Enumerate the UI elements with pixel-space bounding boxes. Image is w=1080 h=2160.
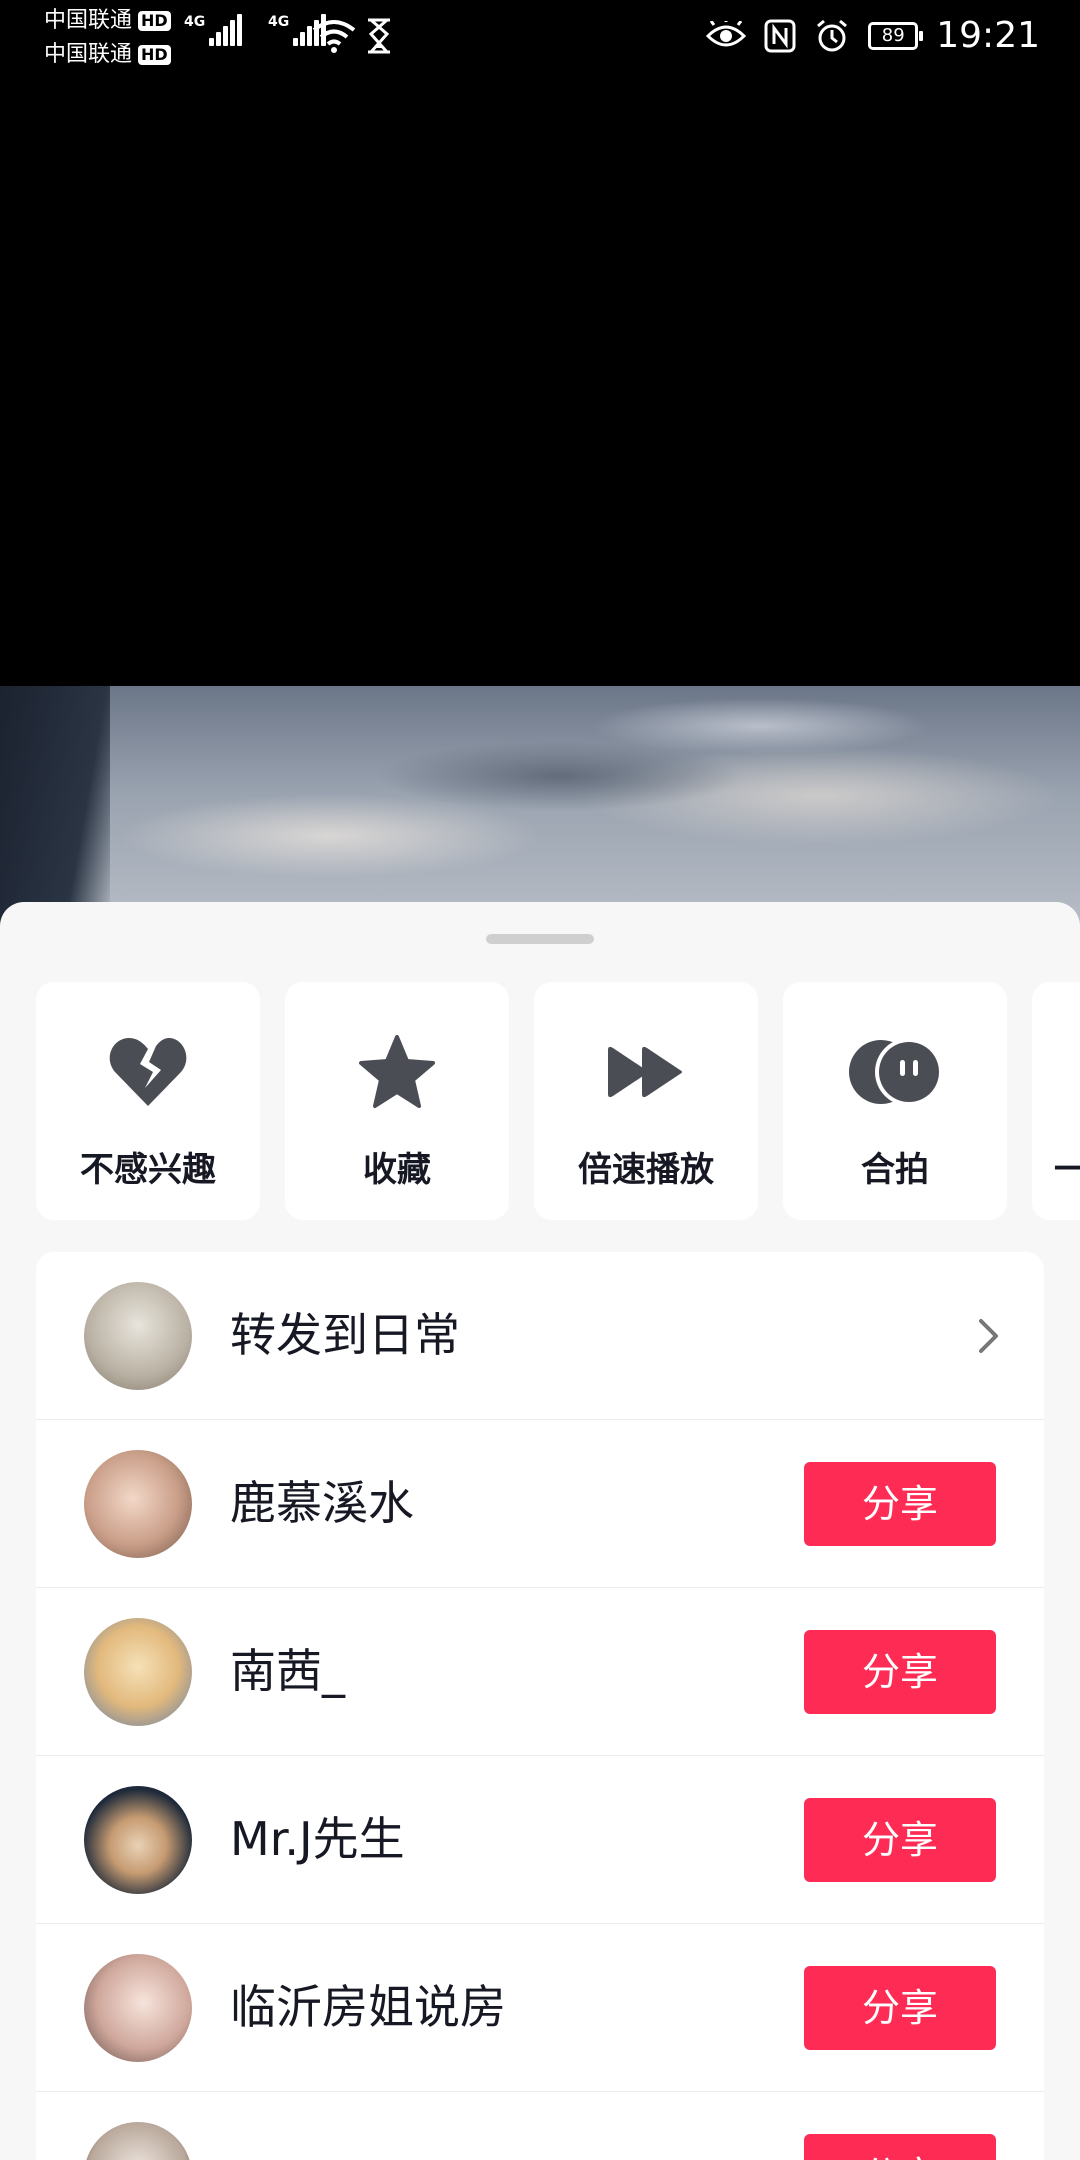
avatar (84, 1282, 192, 1390)
avatar (84, 1618, 192, 1726)
nfc-icon (764, 19, 796, 53)
video-edge-shadow (0, 686, 110, 926)
alarm-icon (817, 19, 848, 52)
carrier-2-label: 中国联通 (44, 42, 133, 67)
contact-name: 南茜_ (230, 1644, 345, 1698)
clock: 19:21 (936, 15, 1040, 56)
avatar (84, 1450, 192, 1558)
hd-badge-1: HD (138, 11, 171, 31)
wifi-icon (312, 20, 356, 53)
contact-row[interactable]: Mr.J先生 分享 (36, 1756, 1044, 1924)
duet-label: 合拍 (861, 1150, 929, 1190)
carrier-1-label: 中国联通 (44, 8, 133, 33)
avatar (84, 1954, 192, 2062)
contact-row[interactable]: 分享 (36, 2092, 1044, 2160)
carrier-1: 中国联通 HD (44, 6, 171, 36)
not-interested-label: 不感兴趣 (80, 1150, 216, 1190)
contact-row[interactable]: 临沂房姐说房 分享 (36, 1924, 1044, 2092)
share-button[interactable]: 分享 (804, 1798, 996, 1882)
avatar (84, 2122, 192, 2160)
battery-icon: 89 (868, 22, 924, 50)
network-type-2: 4G (268, 14, 290, 30)
share-button[interactable]: 分享 (804, 1462, 996, 1546)
favorite-button[interactable]: 收藏 (285, 982, 509, 1220)
duet-icon (845, 1022, 945, 1122)
share-button[interactable]: 分享 (804, 2134, 996, 2160)
broken-heart-icon (98, 1022, 198, 1122)
hourglass-icon (368, 18, 390, 54)
favorite-label: 收藏 (363, 1150, 431, 1190)
carrier-2: 中国联通 HD (44, 40, 171, 70)
status-bar: 中国联通 HD 中国联通 HD 4G 4G 89 19:21 (0, 0, 1080, 72)
status-right: 89 19:21 (706, 12, 1040, 60)
more-action-label: 一 (1054, 1150, 1080, 1190)
action-row: 不感兴趣 收藏 倍速播放 合拍 一 (36, 982, 1080, 1220)
avatar (84, 1786, 192, 1894)
hd-badge-2: HD (138, 45, 171, 65)
contact-name: 鹿慕溪水 (230, 1476, 414, 1530)
contact-row[interactable]: 鹿慕溪水 分享 (36, 1420, 1044, 1588)
share-contact-list: 转发到日常 鹿慕溪水 分享 南茜_ 分享 Mr.J先生 分享 临沂房姐说房 分享 (36, 1252, 1044, 2160)
share-sheet: 不感兴趣 收藏 倍速播放 合拍 一 转发到日常 鹿慕溪水 分享 南茜_ 分享 M… (0, 902, 1080, 2160)
chevron-right-icon (979, 1319, 998, 1353)
signal-icon-1: 4G (184, 14, 243, 46)
playback-speed-label: 倍速播放 (578, 1150, 714, 1190)
screen: 中国联通 HD 中国联通 HD 4G 4G 89 19:21 不感兴趣 收藏 倍… (0, 0, 1080, 2160)
not-interested-button[interactable]: 不感兴趣 (36, 982, 260, 1220)
fast-forward-icon (596, 1022, 696, 1122)
repost-label: 转发到日常 (230, 1308, 460, 1362)
contact-name: 临沂房姐说房 (230, 1980, 506, 2034)
sheet-drag-handle[interactable] (486, 934, 594, 944)
repost-row[interactable]: 转发到日常 (36, 1252, 1044, 1420)
share-button[interactable]: 分享 (804, 1630, 996, 1714)
playback-speed-button[interactable]: 倍速播放 (534, 982, 758, 1220)
eye-icon (706, 21, 747, 47)
network-type-1: 4G (184, 14, 206, 30)
contact-row[interactable]: 南茜_ 分享 (36, 1588, 1044, 1756)
share-button[interactable]: 分享 (804, 1966, 996, 2050)
more-action-button[interactable]: 一 (1032, 982, 1080, 1220)
duet-button[interactable]: 合拍 (783, 982, 1007, 1220)
contact-name: Mr.J先生 (230, 1812, 405, 1866)
star-icon (347, 1022, 447, 1122)
video-preview[interactable] (0, 686, 1080, 926)
